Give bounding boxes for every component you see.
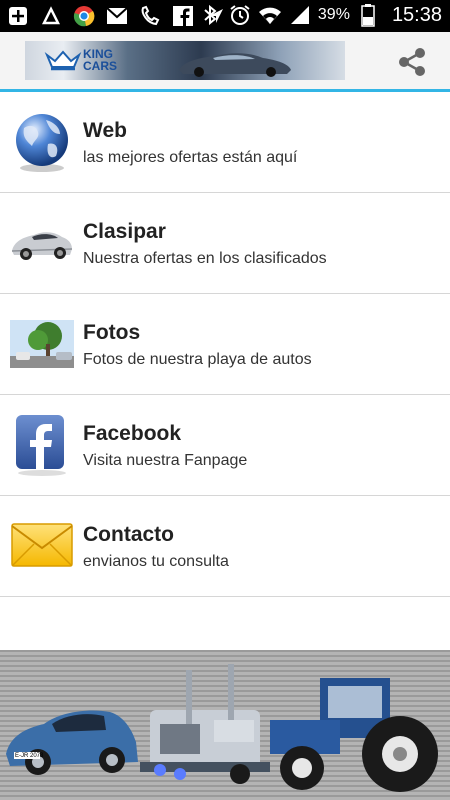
gmail-icon: [105, 4, 129, 28]
menu-item-title: Clasipar: [83, 220, 166, 243]
facebook-logo-icon: [16, 415, 66, 476]
license-plate: E-JR 2073: [15, 753, 44, 759]
photo-icon: [10, 320, 74, 368]
bluetooth-icon: [198, 3, 222, 27]
globe-icon: [16, 114, 68, 172]
status-bar: 39% 15:38: [0, 0, 450, 32]
menu-item-title: Fotos: [83, 321, 141, 344]
banner-car-image: [179, 53, 291, 77]
clock: 15:38: [391, 3, 442, 26]
logo-text-cars: CARS: [83, 59, 118, 73]
menu-item-fotos[interactable]: Fotos Fotos de nuestra playa de autos: [0, 294, 450, 395]
menu-item-title: Contacto: [83, 523, 174, 546]
menu-item-title: Facebook: [83, 422, 182, 445]
share-icon: [399, 48, 436, 84]
vehicles-banner: E-JR 2073: [0, 650, 450, 800]
facebook-icon: [171, 4, 195, 28]
signal-icon: [288, 3, 312, 27]
recycle-icon: [39, 4, 63, 28]
menu-item-facebook[interactable]: Facebook Visita nuestra Fanpage: [0, 395, 450, 496]
notification-icons: [6, 4, 228, 28]
sports-car-icon: [11, 232, 73, 260]
menu-item-subtitle: Nuestra ofertas en los clasificados: [83, 250, 327, 267]
battery-percentage: 39%: [317, 6, 350, 23]
menu-item-subtitle: las mejores ofertas están aquí: [83, 149, 298, 166]
menu-item-subtitle: envianos tu consulta: [83, 553, 229, 570]
missed-call-icon: [138, 4, 162, 28]
battery-icon: [356, 3, 380, 27]
share-button[interactable]: [396, 44, 436, 84]
envelope-icon: [11, 523, 73, 567]
menu-item-title: Web: [83, 119, 127, 142]
menu-list: Web las mejores ofertas están aquí Clasi…: [0, 92, 450, 597]
menu-item-subtitle: Fotos de nuestra playa de autos: [83, 351, 312, 368]
plus-box-icon: [6, 4, 30, 28]
menu-item-web[interactable]: Web las mejores ofertas están aquí: [0, 92, 450, 193]
alarm-icon: [228, 3, 252, 27]
menu-item-subtitle: Visita nuestra Fanpage: [83, 452, 248, 469]
wifi-icon: [258, 3, 282, 27]
vehicles-illustration: [6, 664, 438, 792]
system-status: 39% 15:38: [198, 3, 442, 27]
king-cars-banner[interactable]: KING CARS: [25, 41, 345, 80]
chrome-icon: [72, 4, 96, 28]
menu-item-clasipar[interactable]: Clasipar Nuestra ofertas en los clasific…: [0, 193, 450, 294]
menu-item-contacto[interactable]: Contacto envianos tu consulta: [0, 496, 450, 597]
